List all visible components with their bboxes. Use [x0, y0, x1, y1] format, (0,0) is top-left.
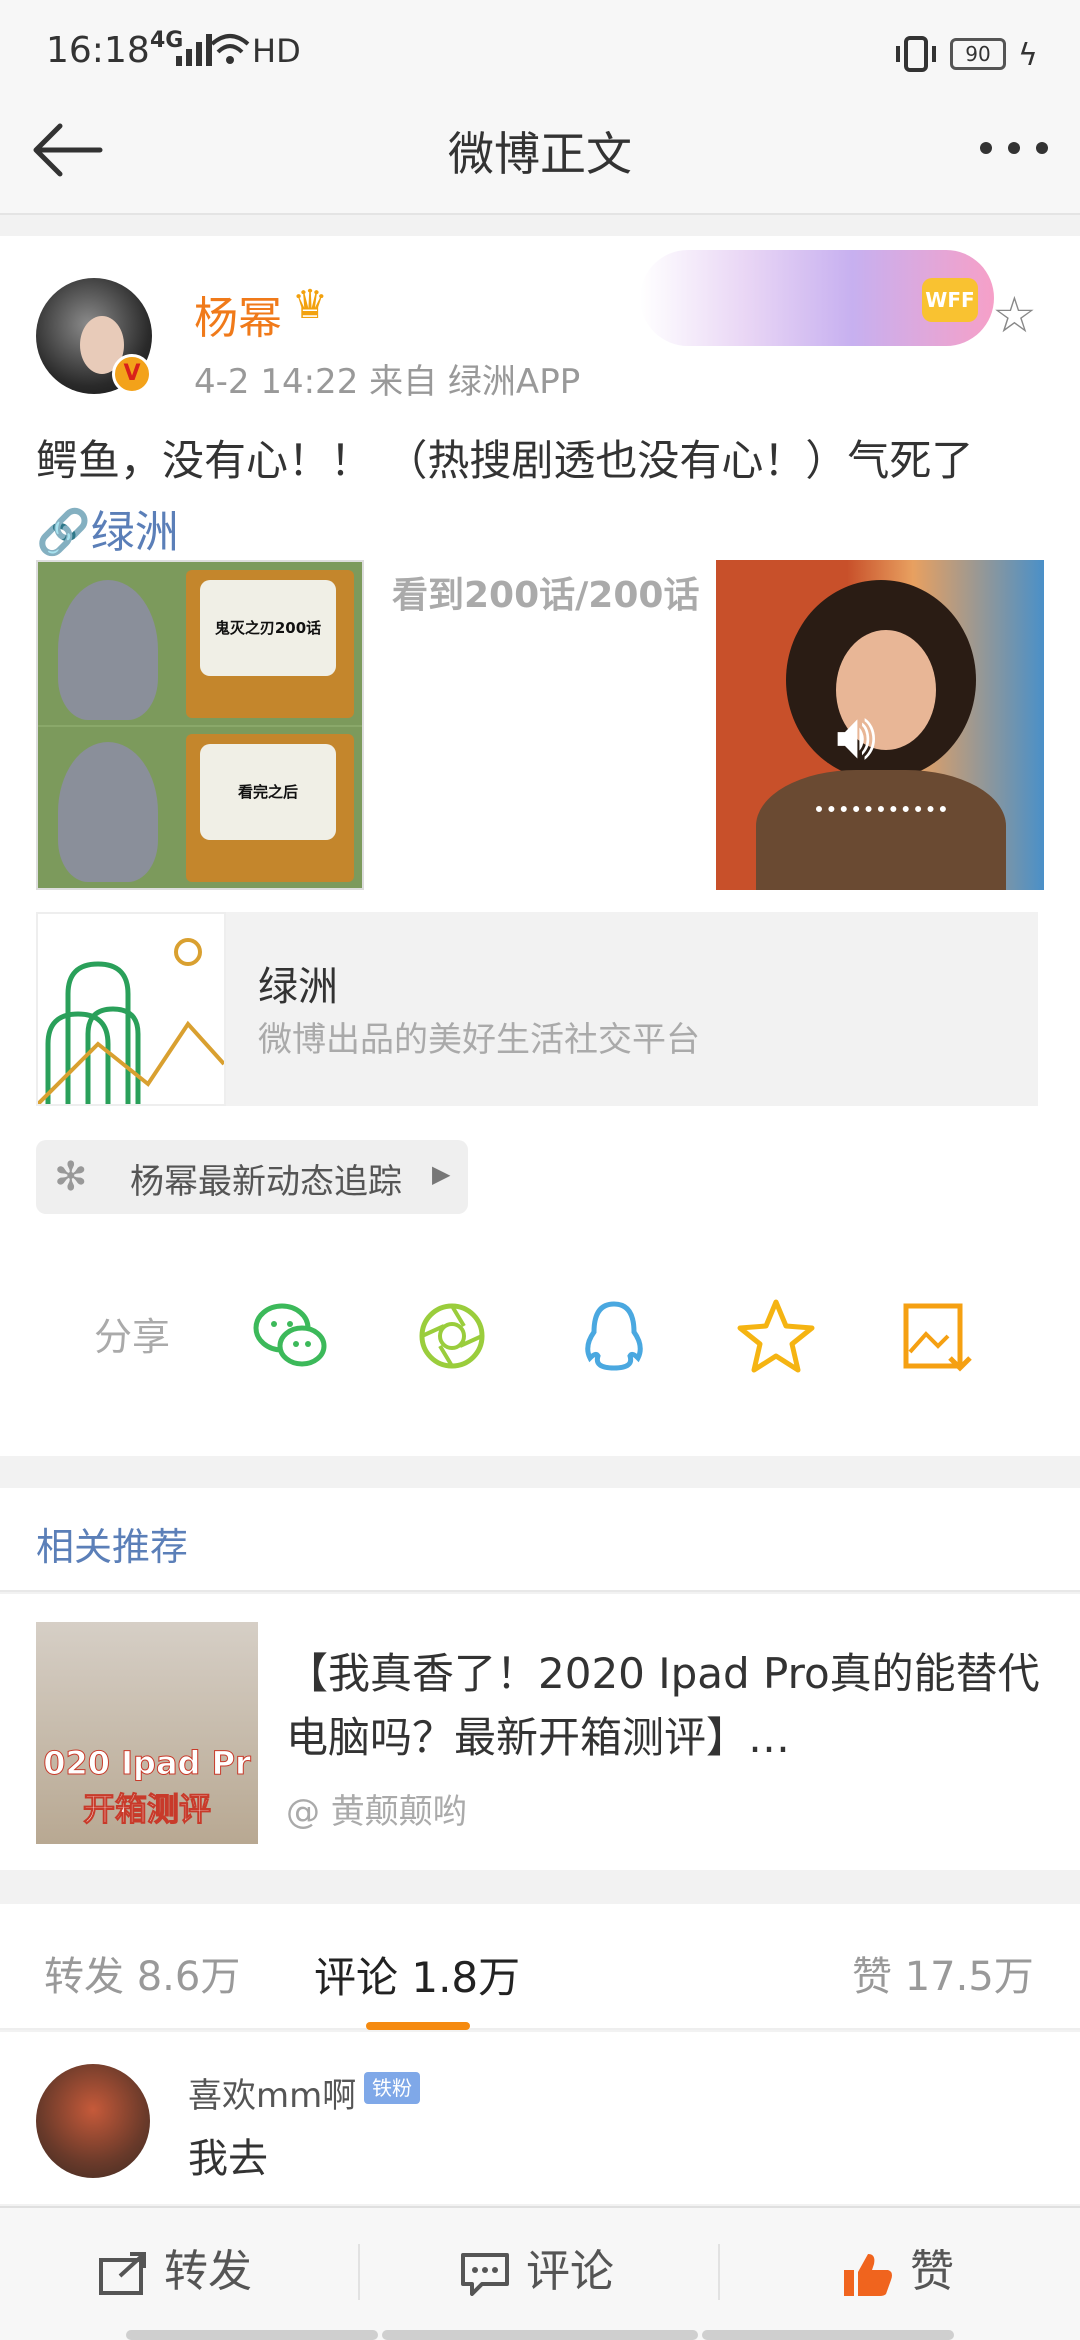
sound-icon: 🔊︎ [836, 700, 877, 774]
comment-avatar[interactable] [36, 2064, 150, 2178]
qq-share-icon[interactable] [574, 1296, 654, 1376]
repost-button[interactable]: 转发 [98, 2244, 252, 2300]
share-label: 分享 [94, 1315, 171, 1359]
thumbs-up-icon [844, 2254, 892, 2296]
related-item-text[interactable]: 【我真香了！2020 Ipad Pro真的能替代电脑吗？最新开箱测评】… [286, 1642, 1046, 1770]
comment-item [0, 2032, 1080, 2204]
crown-icon: ♛ [292, 282, 328, 328]
oasis-logo [36, 912, 226, 1106]
image2-text: 看到200话/200话 [392, 575, 700, 616]
charging-icon: ϟ [1018, 38, 1038, 73]
repost-icon [99, 2252, 146, 2295]
tab-repost[interactable]: 转发 8.6万 [44, 1944, 240, 2002]
link-card-subtitle: 微博出品的美好生活社交平台 [258, 1020, 700, 1060]
banner-badge: WFF [922, 278, 978, 322]
vibrate-icon [896, 36, 936, 72]
post-content: 鳄鱼，没有心！！ （热搜剧透也没有心！）气死了 [36, 436, 974, 485]
link-icon: 🔗 [36, 507, 91, 558]
related-item-author: @ 黄颠颠哟 [286, 1792, 467, 1832]
moments-share-icon[interactable] [412, 1296, 492, 1376]
thumb-text-line1: 020 Ipad Pr [43, 1744, 252, 1783]
related-title: 相关推荐 [36, 1525, 189, 1569]
like-button[interactable]: 赞 [842, 2244, 954, 2300]
comment-text: 我去 [188, 2136, 268, 2182]
divider [358, 2244, 360, 2300]
qzone-share-icon[interactable] [736, 1296, 816, 1376]
home-indicator [702, 2330, 954, 2340]
tracker-label: 杨幂最新动态追踪 [130, 1162, 402, 1202]
post-meta: 4-2 14:22 来自 绿洲APP [194, 362, 581, 402]
comment-icon [461, 2253, 509, 2296]
hd-indicator: HD [252, 32, 301, 70]
tab-like[interactable]: 赞 17.5万 [852, 1944, 1034, 2002]
home-indicator [382, 2330, 698, 2340]
image1-top-text: 鬼灭之刃200话 [200, 580, 336, 676]
favorite-star-icon[interactable]: ☆ [992, 286, 1037, 344]
post-image-1[interactable]: 鬼灭之刃200话 看完之后 [36, 560, 364, 890]
home-indicator [126, 2330, 378, 2340]
related-thumbnail[interactable]: 020 Ipad Pr 开箱测评 [36, 1622, 258, 1844]
divider [718, 2244, 720, 2300]
post-image-3[interactable]: 🔊︎ [716, 560, 1044, 890]
image1-bottom-text: 看完之后 [200, 744, 336, 840]
active-tab-indicator [366, 2022, 470, 2030]
fan-badge: 铁粉 [364, 2072, 420, 2104]
comment-button[interactable]: 评论 [460, 2244, 614, 2300]
verified-badge-icon: V [112, 354, 152, 394]
more-icon[interactable] [978, 140, 1050, 156]
comment-username[interactable]: 喜欢mm啊 [188, 2068, 356, 2117]
wechat-share-icon[interactable] [250, 1296, 330, 1376]
status-time: 16:18 [46, 30, 150, 71]
post-username[interactable]: 杨幂 [194, 282, 282, 346]
tracker-icon: ✻ [54, 1154, 88, 1200]
link-card-title: 绿洲 [258, 964, 338, 1010]
post-link[interactable]: 🔗绿洲 [36, 496, 179, 560]
tab-comment[interactable]: 评论 1.8万 [314, 1944, 520, 2005]
chevron-right-icon: ▶ [432, 1160, 451, 1188]
battery-indicator: 90 [950, 38, 1006, 70]
wifi-icon [210, 34, 250, 64]
save-image-icon[interactable] [898, 1296, 978, 1376]
thumb-text-line2: 开箱测评 [82, 1790, 211, 1829]
page-title: 微博正文 [448, 127, 632, 181]
